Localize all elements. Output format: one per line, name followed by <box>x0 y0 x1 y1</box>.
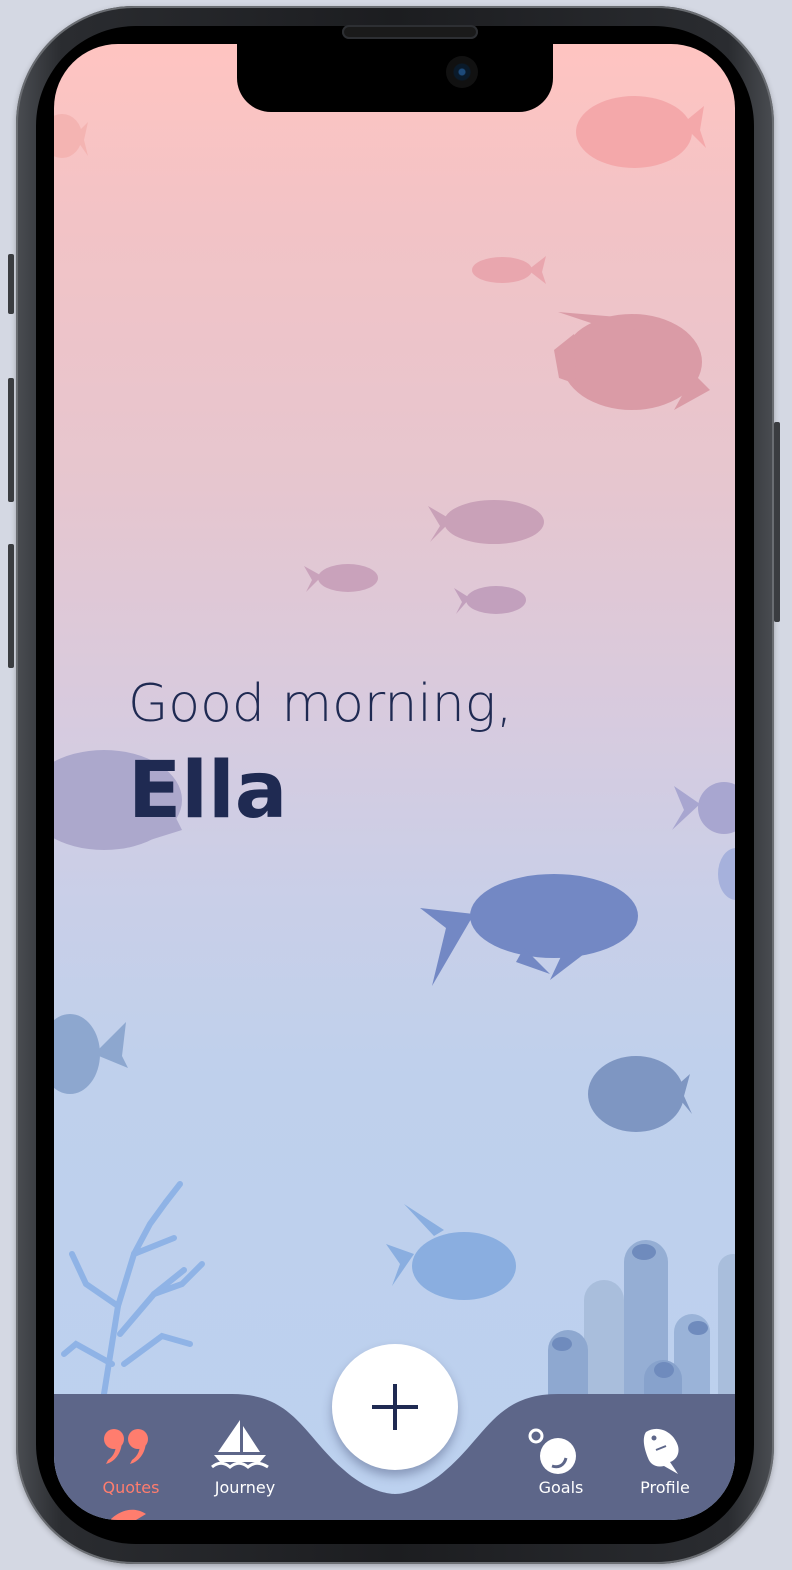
fish-silhouette <box>454 586 526 614</box>
greeting-text: Good morning, <box>128 674 513 734</box>
coral-silhouette <box>61 1181 205 1397</box>
fish-silhouette <box>304 564 378 592</box>
nav-label-journey: Journey <box>214 1478 276 1497</box>
fish-silhouette <box>588 1056 692 1132</box>
camera-notch <box>237 44 553 112</box>
fish-icon <box>643 1428 679 1474</box>
fish-silhouette <box>576 96 706 168</box>
nav-label-quotes: Quotes <box>102 1478 160 1497</box>
nav-item-journey[interactable]: Journey <box>190 1418 300 1518</box>
front-camera <box>446 56 478 88</box>
nav-item-goals[interactable]: Goals <box>506 1418 616 1518</box>
user-name: Ella <box>128 746 288 836</box>
nav-item-quotes[interactable]: Quotes <box>76 1418 186 1518</box>
mute-switch <box>8 254 14 314</box>
fish-silhouette <box>420 874 638 986</box>
fish-silhouette <box>386 1204 516 1300</box>
sailboat-icon <box>211 1420 269 1469</box>
fish-silhouette <box>718 848 735 900</box>
volume-up-button <box>8 378 14 502</box>
fish-silhouette <box>54 1014 128 1094</box>
fish-silhouette <box>54 114 88 158</box>
app-screen: Good morning, Ella Quotes Journey Goals … <box>54 44 735 1520</box>
nav-label-profile: Profile <box>640 1478 690 1497</box>
fish-silhouette <box>472 256 546 284</box>
earpiece-speaker <box>342 25 478 39</box>
power-button <box>774 422 780 622</box>
fish-silhouette <box>554 312 710 410</box>
volume-down-button <box>8 544 14 668</box>
add-button[interactable] <box>332 1344 458 1470</box>
fish-silhouette <box>672 782 735 834</box>
quote-icon <box>104 1429 148 1464</box>
fish-silhouette <box>428 500 544 544</box>
plus-icon <box>372 1384 418 1430</box>
bubbles-icon <box>528 1428 576 1474</box>
nav-item-profile[interactable]: Profile <box>610 1418 720 1518</box>
nav-label-goals: Goals <box>538 1478 584 1497</box>
